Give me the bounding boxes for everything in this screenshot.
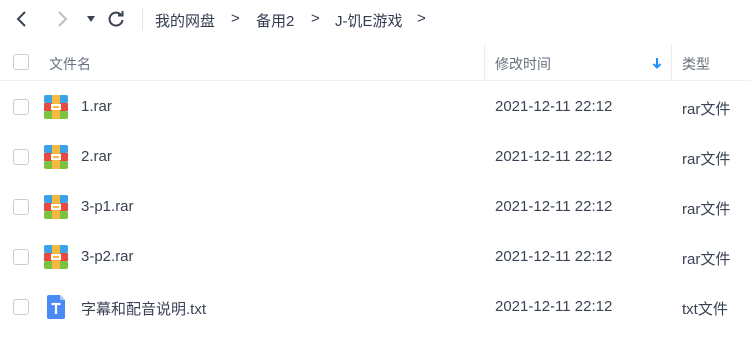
navigation-toolbar: 我的网盘 > 备用2 > J-饥E游戏 > <box>0 0 751 38</box>
file-type: rar文件 <box>682 151 731 168</box>
forward-button[interactable] <box>52 9 72 29</box>
text-file-icon <box>47 295 65 319</box>
breadcrumb-item-current[interactable]: J-饥E游戏 <box>335 10 403 31</box>
column-header-type[interactable]: 类型 <box>682 54 710 74</box>
back-button[interactable] <box>12 9 32 29</box>
table-header: 文件名 修改时间 类型 <box>0 44 751 81</box>
file-name[interactable]: 2.rar <box>81 148 112 165</box>
breadcrumb-separator: > <box>231 10 240 27</box>
history-dropdown-button[interactable] <box>81 9 101 29</box>
breadcrumb-separator: > <box>311 10 320 27</box>
sort-button[interactable] <box>652 56 662 74</box>
file-name[interactable]: 3-p1.rar <box>81 198 134 215</box>
file-name[interactable]: 字幕和配音说明.txt <box>81 298 206 319</box>
file-type: rar文件 <box>682 101 731 118</box>
file-type: txt文件 <box>682 301 728 318</box>
table-row[interactable]: 1.rar 2021-12-11 22:12 rar文件 <box>0 82 751 132</box>
column-divider[interactable] <box>484 44 485 81</box>
caret-down-icon <box>87 16 95 22</box>
row-checkbox[interactable] <box>13 299 29 315</box>
table-row[interactable]: 2.rar 2021-12-11 22:12 rar文件 <box>0 132 751 182</box>
chevron-right-icon <box>58 11 68 27</box>
file-modified-time: 2021-12-11 22:12 <box>495 298 613 315</box>
file-name[interactable]: 1.rar <box>81 98 112 115</box>
column-header-modified[interactable]: 修改时间 <box>495 54 551 74</box>
chevron-left-icon <box>16 11 26 27</box>
file-modified-time: 2021-12-11 22:12 <box>495 198 613 215</box>
breadcrumb-item-backup[interactable]: 备用2 <box>256 10 294 31</box>
file-modified-time: 2021-12-11 22:12 <box>495 248 613 265</box>
file-type: rar文件 <box>682 201 731 218</box>
breadcrumb-separator[interactable]: > <box>417 10 426 27</box>
file-modified-time: 2021-12-11 22:12 <box>495 148 613 165</box>
row-checkbox[interactable] <box>13 199 29 215</box>
table-row[interactable]: 3-p1.rar 2021-12-11 22:12 rar文件 <box>0 182 751 232</box>
rar-archive-icon <box>44 145 68 169</box>
table-row[interactable]: 字幕和配音说明.txt 2021-12-11 22:12 txt文件 <box>0 282 751 332</box>
row-checkbox[interactable] <box>13 249 29 265</box>
rar-archive-icon <box>44 245 68 269</box>
file-name[interactable]: 3-p2.rar <box>81 248 134 265</box>
table-row[interactable]: 3-p2.rar 2021-12-11 22:12 rar文件 <box>0 232 751 282</box>
arrow-down-icon <box>652 58 662 69</box>
file-type: rar文件 <box>682 251 731 268</box>
rar-archive-icon <box>44 95 68 119</box>
toolbar-divider <box>142 8 143 30</box>
rar-archive-icon <box>44 195 68 219</box>
column-divider[interactable] <box>671 44 672 81</box>
row-checkbox[interactable] <box>13 149 29 165</box>
column-header-name[interactable]: 文件名 <box>49 54 91 74</box>
select-all-checkbox[interactable] <box>13 54 29 70</box>
row-checkbox[interactable] <box>13 99 29 115</box>
breadcrumb-item-root[interactable]: 我的网盘 <box>155 10 215 31</box>
refresh-icon <box>108 11 124 27</box>
file-modified-time: 2021-12-11 22:12 <box>495 98 613 115</box>
refresh-button[interactable] <box>106 9 126 29</box>
